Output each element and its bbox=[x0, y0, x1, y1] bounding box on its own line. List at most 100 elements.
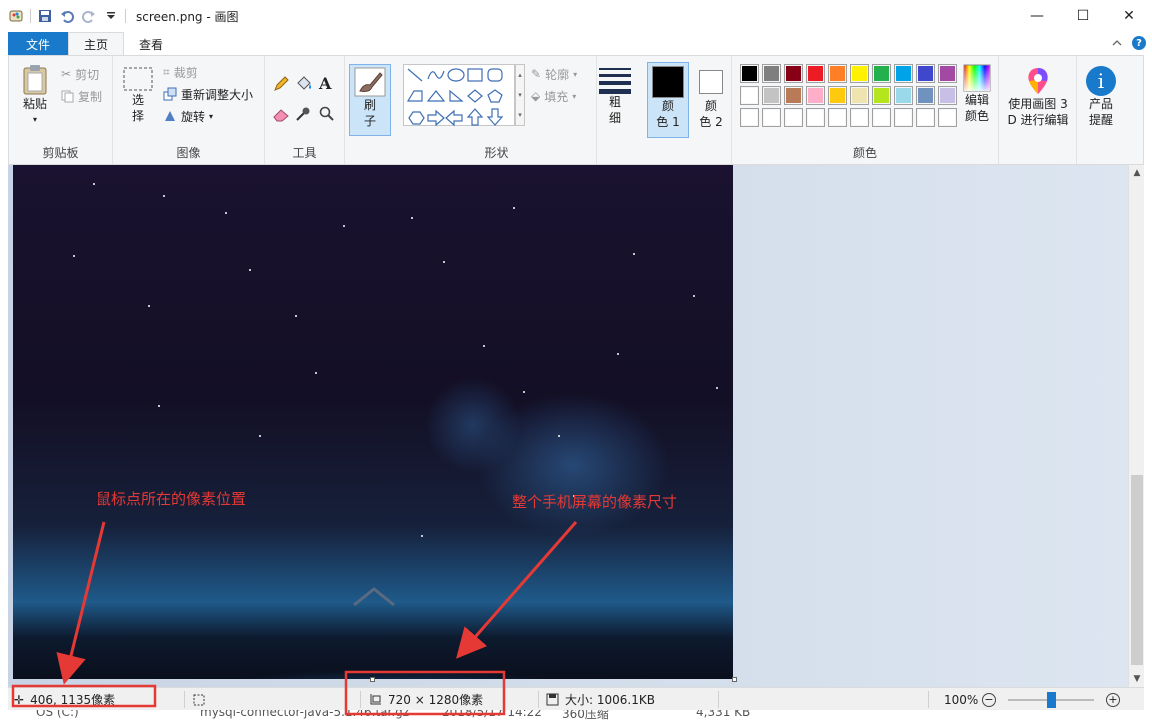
help-icon[interactable]: ? bbox=[1132, 36, 1146, 50]
close-button[interactable]: ✕ bbox=[1106, 0, 1152, 32]
shapes-scroll[interactable]: ▴ ▾ ▾ bbox=[515, 64, 525, 126]
collapse-ribbon-icon[interactable] bbox=[1112, 36, 1122, 50]
size-label-1: 粗 bbox=[608, 95, 621, 109]
color-picker-icon[interactable] bbox=[295, 106, 311, 125]
colors-group: 编辑 颜色 颜色 bbox=[731, 56, 999, 164]
color-swatch[interactable] bbox=[916, 64, 935, 83]
rotate-button[interactable]: 旋转 ▾ bbox=[163, 106, 213, 126]
zoom-in-button[interactable]: + bbox=[1106, 688, 1120, 711]
image-canvas[interactable] bbox=[13, 165, 733, 679]
paint-app-icon[interactable] bbox=[8, 8, 24, 24]
color-swatch[interactable] bbox=[740, 64, 759, 83]
resize-handle-bottom[interactable] bbox=[370, 677, 375, 682]
save-icon[interactable] bbox=[37, 8, 53, 24]
chevron-down-icon: ▾ bbox=[209, 111, 214, 121]
star-dot bbox=[163, 195, 165, 197]
custom-color-slot[interactable] bbox=[740, 108, 759, 127]
cursor-position: ✛ 406, 1135像素 bbox=[14, 688, 115, 711]
eraser-icon[interactable] bbox=[273, 108, 289, 125]
cut-button[interactable]: ✂ 剪切 bbox=[61, 64, 99, 84]
color-swatch[interactable] bbox=[762, 86, 781, 105]
crop-button[interactable]: ⌗ 裁剪 bbox=[163, 62, 198, 82]
color-swatch-fill bbox=[852, 88, 867, 103]
color-swatch[interactable] bbox=[872, 64, 891, 83]
custom-color-slot[interactable] bbox=[894, 108, 913, 127]
canvas-workspace[interactable] bbox=[8, 165, 1128, 687]
ribbon-tab-tools: ? bbox=[1112, 36, 1146, 50]
custom-color-slot[interactable] bbox=[850, 108, 869, 127]
rotate-label: 旋转 bbox=[181, 109, 206, 124]
copy-button[interactable]: 复制 bbox=[61, 86, 102, 106]
scroll-up-icon[interactable]: ▲ bbox=[1129, 165, 1145, 181]
product-alert-button[interactable]: i 产品 提醒 bbox=[1083, 66, 1119, 128]
custom-color-slot[interactable] bbox=[916, 108, 935, 127]
color-swatch[interactable] bbox=[740, 86, 759, 105]
color-swatch-fill bbox=[940, 110, 955, 125]
customize-qat-icon[interactable] bbox=[103, 8, 119, 24]
copy-label: 复制 bbox=[78, 89, 103, 104]
maximize-button[interactable]: ☐ bbox=[1060, 0, 1106, 32]
edit-colors-button[interactable]: 编辑 颜色 bbox=[958, 64, 996, 124]
color-swatch[interactable] bbox=[850, 64, 869, 83]
brushes-button[interactable]: 刷 子 bbox=[349, 64, 391, 136]
color-swatch[interactable] bbox=[828, 64, 847, 83]
zoom-slider-thumb[interactable] bbox=[1047, 692, 1056, 708]
color-swatch[interactable] bbox=[872, 86, 891, 105]
fill-button[interactable]: ⬙ 填充 ▾ bbox=[531, 86, 576, 106]
resize-handle-corner[interactable] bbox=[732, 677, 737, 682]
size-button[interactable]: 粗 细 bbox=[597, 66, 633, 126]
color-swatch[interactable] bbox=[894, 64, 913, 83]
select-button[interactable]: 选 择 bbox=[121, 66, 155, 124]
divider bbox=[30, 9, 31, 23]
custom-color-slot[interactable] bbox=[938, 108, 957, 127]
color-swatch[interactable] bbox=[938, 86, 957, 105]
color-2-button[interactable]: 颜 色 2 bbox=[693, 68, 729, 130]
pencil-icon[interactable] bbox=[273, 76, 289, 95]
scroll-thumb[interactable] bbox=[1131, 475, 1143, 665]
tab-home[interactable]: 主页 bbox=[68, 32, 125, 56]
image-size-text: 720 × 1280像素 bbox=[388, 693, 484, 707]
outline-button[interactable]: ✎ 轮廓 ▾ bbox=[531, 64, 577, 84]
redo-icon[interactable] bbox=[81, 8, 97, 24]
brush-label-1: 刷 bbox=[363, 98, 376, 112]
undo-icon[interactable] bbox=[59, 8, 75, 24]
text-tool-icon[interactable]: A bbox=[319, 74, 331, 93]
zoom-out-button[interactable]: − bbox=[982, 688, 996, 711]
color-swatch[interactable] bbox=[938, 64, 957, 83]
custom-color-slot[interactable] bbox=[784, 108, 803, 127]
scroll-down-icon[interactable]: ▼ bbox=[1129, 671, 1145, 687]
color-swatch[interactable] bbox=[828, 86, 847, 105]
minimize-button[interactable]: — bbox=[1014, 0, 1060, 32]
custom-color-slot[interactable] bbox=[828, 108, 847, 127]
color-swatch[interactable] bbox=[850, 86, 869, 105]
color-swatch[interactable] bbox=[762, 64, 781, 83]
paint3d-label-2: D 进行编辑 bbox=[1007, 113, 1069, 127]
paint3d-button[interactable]: 使用画图 3 D 进行编辑 bbox=[1003, 66, 1073, 128]
color-swatch[interactable] bbox=[784, 64, 803, 83]
vertical-scrollbar[interactable]: ▲ ▼ bbox=[1128, 165, 1144, 687]
cursor-position-text: 406, 1135像素 bbox=[30, 693, 116, 707]
color-1-button[interactable]: 颜 色 1 bbox=[647, 62, 689, 138]
paint3d-label-1: 使用画图 3 bbox=[1008, 97, 1068, 111]
custom-color-slot[interactable] bbox=[762, 108, 781, 127]
paste-button[interactable]: 粘贴 ▾ bbox=[17, 64, 53, 128]
resize-button[interactable]: 重新调整大小 bbox=[163, 84, 253, 104]
tab-file[interactable]: 文件 bbox=[8, 32, 68, 56]
image-size-icon bbox=[370, 693, 381, 704]
color-2-swatch bbox=[699, 70, 723, 94]
star-dot bbox=[513, 207, 515, 209]
color-swatch[interactable] bbox=[916, 86, 935, 105]
fill-bucket-icon[interactable] bbox=[295, 76, 313, 95]
color-swatch-fill bbox=[940, 66, 955, 81]
color-swatch[interactable] bbox=[806, 64, 825, 83]
color-swatch[interactable] bbox=[806, 86, 825, 105]
ribbon: 粘贴 ▾ ✂ 剪切 复制 剪贴板 选 择 ⌗ 裁剪 重新调整大小 旋转 ▾ 图像… bbox=[8, 55, 1144, 165]
magnifier-icon[interactable] bbox=[319, 106, 335, 125]
custom-color-slot[interactable] bbox=[806, 108, 825, 127]
color-swatch[interactable] bbox=[894, 86, 913, 105]
tools-group-label: 工具 bbox=[292, 146, 317, 160]
color-swatch[interactable] bbox=[784, 86, 803, 105]
custom-color-slot[interactable] bbox=[872, 108, 891, 127]
tab-view[interactable]: 查看 bbox=[124, 32, 178, 56]
shapes-gallery[interactable] bbox=[403, 64, 515, 127]
